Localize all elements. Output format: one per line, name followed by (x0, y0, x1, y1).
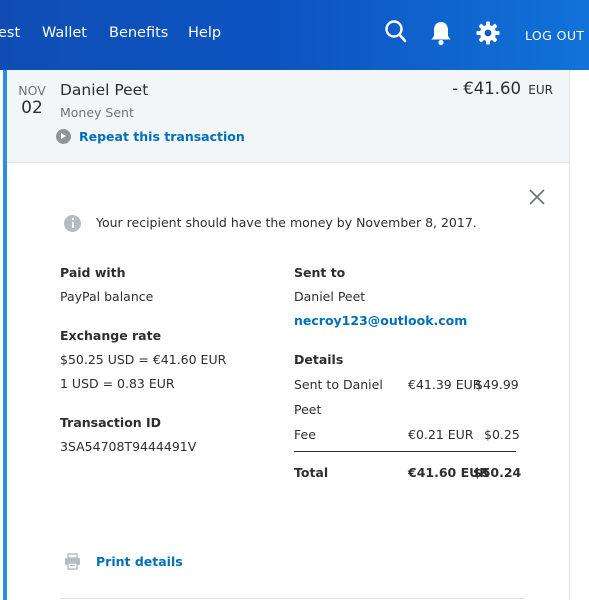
info-icon (64, 215, 81, 232)
nav-item-wallet[interactable]: Wallet (42, 25, 87, 41)
details-row-eur: €41.39 EUR (408, 377, 482, 392)
transaction-id-value: 3SA54708T9444491V (60, 439, 197, 454)
repeat-chevron-icon[interactable] (56, 129, 71, 144)
sent-to-name: Daniel Peet (294, 289, 366, 304)
repeat-transaction-link[interactable]: Repeat this transaction (79, 129, 245, 144)
gear-icon[interactable] (476, 20, 500, 50)
top-navigation-bar: est Wallet Benefits Help LOG OUT (0, 0, 589, 70)
nav-item-benefits[interactable]: Benefits (109, 25, 168, 41)
exchange-rate-label: Exchange rate (60, 328, 162, 343)
transaction-summary-row[interactable]: NOV 02 Daniel Peet Money Sent - €41.60 E… (7, 70, 570, 163)
search-icon[interactable] (385, 20, 407, 48)
printer-icon[interactable] (64, 553, 81, 570)
details-row-description: Sent to Daniel (294, 377, 383, 392)
transaction-day: 02 (21, 98, 43, 118)
details-row-usd: $49.99 (475, 377, 519, 392)
details-row-description-cont: Peet (294, 402, 322, 417)
bell-icon[interactable] (430, 20, 452, 50)
total-usd: $50.24 (473, 465, 522, 480)
transaction-amount-currency: EUR (528, 83, 553, 97)
close-icon[interactable] (529, 189, 545, 205)
delivery-info-text: Your recipient should have the money by … (96, 215, 477, 230)
total-label: Total (294, 465, 329, 480)
transaction-recipient-name: Daniel Peet (60, 81, 149, 99)
exchange-rate-conversion: $50.25 USD = €41.60 EUR (60, 352, 227, 367)
total-divider (294, 451, 516, 452)
paid-with-label: Paid with (60, 265, 126, 280)
print-details-link[interactable]: Print details (96, 554, 183, 569)
exchange-rate-unit: 1 USD = 0.83 EUR (60, 376, 175, 391)
logout-button[interactable]: LOG OUT (525, 28, 584, 43)
nav-item-help[interactable]: Help (188, 25, 221, 41)
transaction-type: Money Sent (60, 105, 134, 120)
bottom-divider (60, 598, 525, 599)
transaction-month: NOV (18, 83, 46, 98)
transaction-details-panel: Your recipient should have the money by … (7, 163, 570, 600)
transaction-amount-value: - €41.60 (452, 79, 522, 98)
nav-item-partial[interactable]: est (0, 25, 20, 41)
fee-row-usd: $0.25 (484, 427, 520, 442)
fee-row-eur: €0.21 EUR (408, 427, 474, 442)
paid-with-value: PayPal balance (60, 289, 154, 304)
details-label: Details (294, 352, 344, 367)
transaction-amount: - €41.60 EUR (452, 79, 553, 98)
sent-to-label: Sent to (294, 265, 346, 280)
transaction-id-label: Transaction ID (60, 415, 162, 430)
fee-row-description: Fee (294, 427, 316, 442)
sent-to-email-link[interactable]: necroy123@outlook.com (294, 313, 467, 328)
